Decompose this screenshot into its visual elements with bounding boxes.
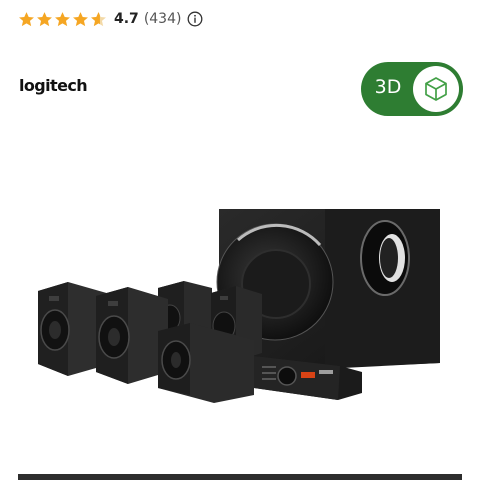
view-3d-button[interactable]: 3D (361, 62, 463, 116)
info-circle-icon[interactable] (187, 11, 203, 27)
view-3d-knob (413, 66, 459, 112)
rating-row[interactable]: 4.7 (434) (18, 8, 203, 30)
rating-value: 4.7 (114, 11, 139, 27)
review-count[interactable]: (434) (144, 11, 182, 27)
brand-logo[interactable]: logitech (19, 76, 88, 95)
view-3d-label: 3D (374, 76, 402, 98)
star-icon (37, 11, 52, 26)
star-icon (19, 11, 34, 26)
star-icon (55, 11, 70, 26)
star-icon (73, 11, 88, 26)
product-image (38, 209, 440, 403)
star-rating (18, 11, 108, 28)
satellite-speaker (96, 287, 168, 384)
cube-3d-icon (425, 77, 447, 101)
bottom-divider (18, 474, 462, 480)
star-half-icon (91, 11, 106, 26)
